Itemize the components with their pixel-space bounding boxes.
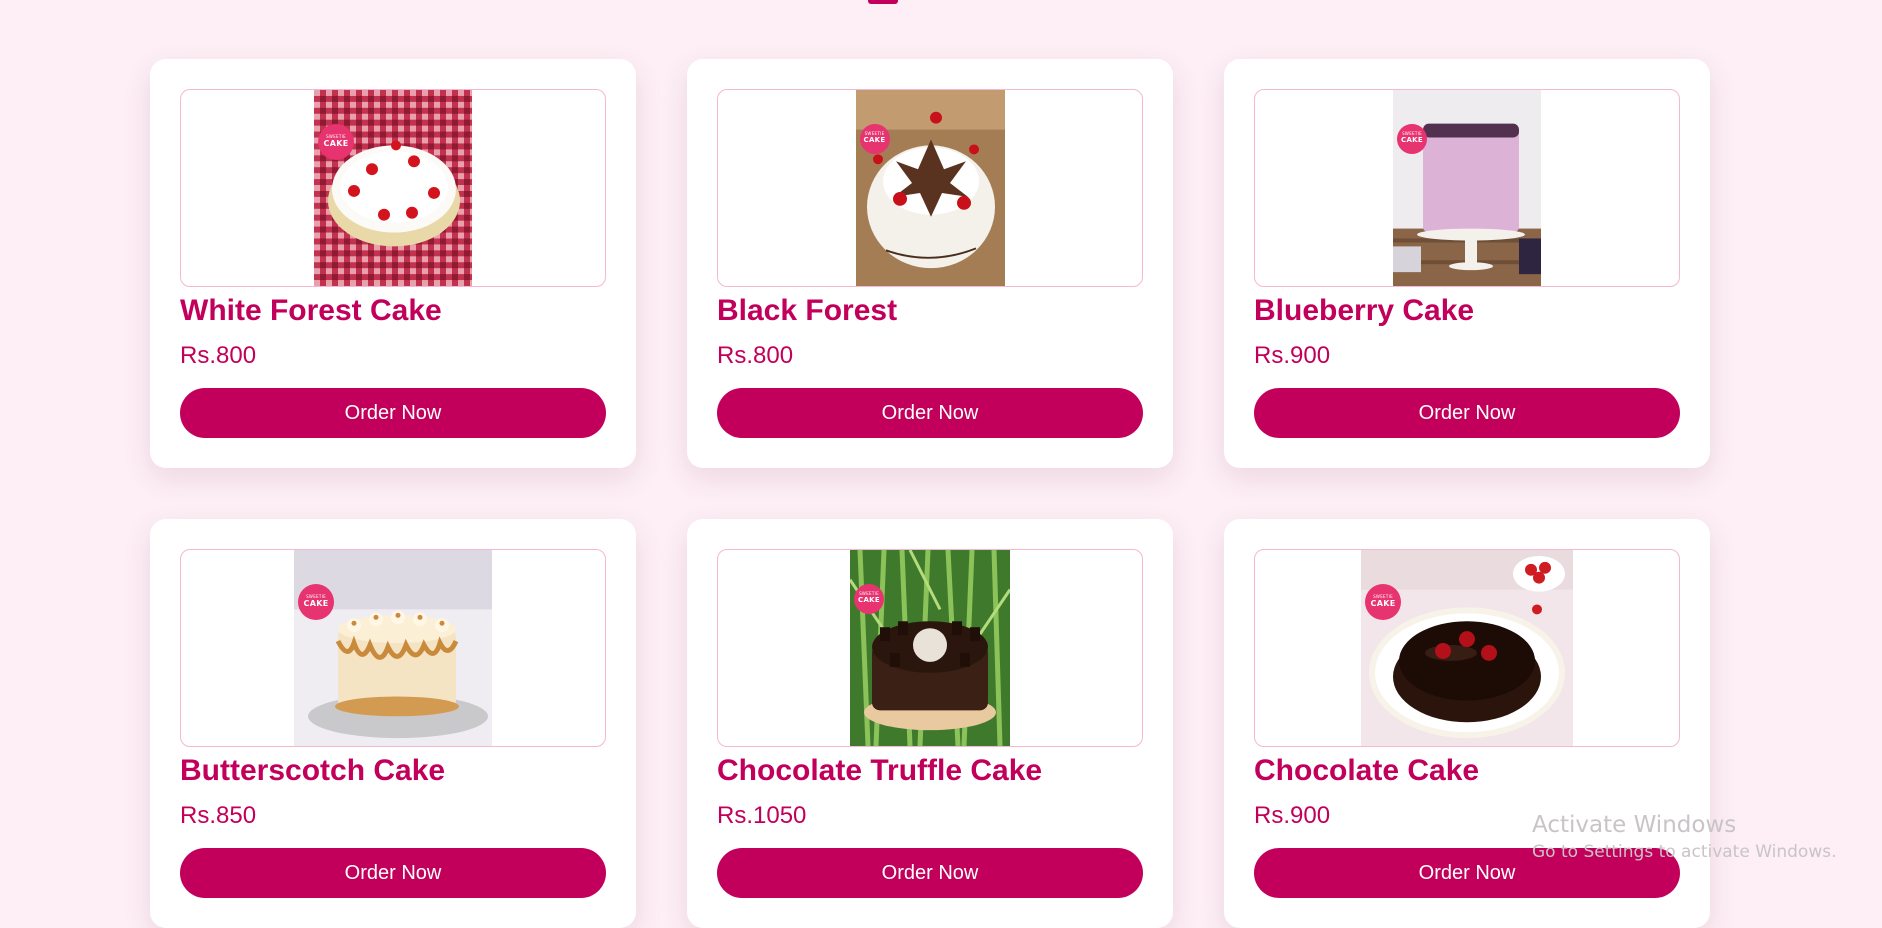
product-image-frame: SWEETIE CAKE bbox=[717, 89, 1143, 287]
watermark-subtitle: Go to Settings to activate Windows. bbox=[1532, 842, 1837, 862]
product-card: SWEETIE CAKE Butterscotch Cake Rs.850 Or… bbox=[150, 519, 636, 928]
brand-logo-badge: SWEETIE CAKE bbox=[1397, 124, 1427, 154]
product-card: SWEETIE CAKE White Forest Cake Rs.800 Or… bbox=[150, 59, 636, 468]
brand-logo-badge: SWEETIE CAKE bbox=[854, 584, 884, 614]
chocolate-truffle-cake-photo: SWEETIE CAKE bbox=[850, 550, 1010, 746]
product-image-frame: SWEETIE CAKE bbox=[180, 549, 606, 747]
logo-text: CAKE bbox=[863, 136, 886, 144]
brand-logo-badge: SWEETIE CAKE bbox=[859, 124, 890, 154]
order-now-button[interactable]: Order Now bbox=[1254, 388, 1680, 438]
product-price: Rs.800 bbox=[717, 342, 794, 369]
product-price: Rs.900 bbox=[1254, 342, 1331, 369]
product-grid: SWEETIE CAKE White Forest Cake Rs.800 Or… bbox=[150, 59, 1710, 928]
chocolate-cake-photo: SWEETIE CAKE bbox=[1361, 550, 1573, 746]
white-forest-cake-photo: SWEETIE CAKE bbox=[314, 90, 472, 286]
order-now-button[interactable]: Order Now bbox=[717, 388, 1143, 438]
product-title: Butterscotch Cake bbox=[180, 754, 446, 787]
product-card: SWEETIE CAKE Chocolate Cake Rs.900 Order… bbox=[1224, 519, 1710, 928]
logo-text: CAKE bbox=[303, 599, 329, 608]
order-now-button[interactable]: Order Now bbox=[180, 848, 606, 898]
black-forest-cake-photo: SWEETIE CAKE bbox=[855, 90, 1005, 286]
product-card: SWEETIE CAKE Black Forest Rs.800 Order N… bbox=[687, 59, 1173, 468]
product-image-frame: SWEETIE CAKE bbox=[717, 549, 1143, 747]
product-title: Chocolate Cake bbox=[1254, 754, 1480, 787]
product-image-frame: SWEETIE CAKE bbox=[1254, 89, 1680, 287]
windows-activation-watermark: Activate Windows Go to Settings to activ… bbox=[1532, 810, 1837, 864]
butterscotch-cake-photo: SWEETIE CAKE bbox=[294, 550, 492, 746]
brand-logo-badge: SWEETIE CAKE bbox=[298, 584, 334, 620]
logo-text: CAKE bbox=[858, 596, 880, 604]
product-title: Chocolate Truffle Cake bbox=[717, 754, 1043, 787]
product-title: Blueberry Cake bbox=[1254, 294, 1475, 327]
brand-logo-badge: SWEETIE CAKE bbox=[1365, 584, 1401, 620]
logo-text: CAKE bbox=[1370, 599, 1396, 608]
product-image-frame: SWEETIE CAKE bbox=[180, 89, 606, 287]
product-title: Black Forest bbox=[717, 294, 898, 327]
watermark-title: Activate Windows bbox=[1532, 812, 1737, 838]
product-price: Rs.1050 bbox=[717, 802, 807, 829]
product-card: SWEETIE CAKE Blueberry Cake Rs.900 Order… bbox=[1224, 59, 1710, 468]
order-now-button[interactable]: Order Now bbox=[717, 848, 1143, 898]
product-price: Rs.850 bbox=[180, 802, 257, 829]
brand-logo-badge: SWEETIE CAKE bbox=[318, 124, 354, 160]
product-image-frame: SWEETIE CAKE bbox=[1254, 549, 1680, 747]
logo-text: CAKE bbox=[323, 139, 349, 148]
blueberry-cake-photo: SWEETIE CAKE bbox=[1393, 90, 1541, 286]
product-title: White Forest Cake bbox=[180, 294, 442, 327]
product-card: SWEETIE CAKE Chocolate Truffle Cake Rs.1… bbox=[687, 519, 1173, 928]
logo-text: CAKE bbox=[1401, 136, 1423, 144]
product-price: Rs.800 bbox=[180, 342, 257, 369]
order-now-button[interactable]: Order Now bbox=[180, 388, 606, 438]
section-heading-fragment bbox=[868, 0, 898, 4]
